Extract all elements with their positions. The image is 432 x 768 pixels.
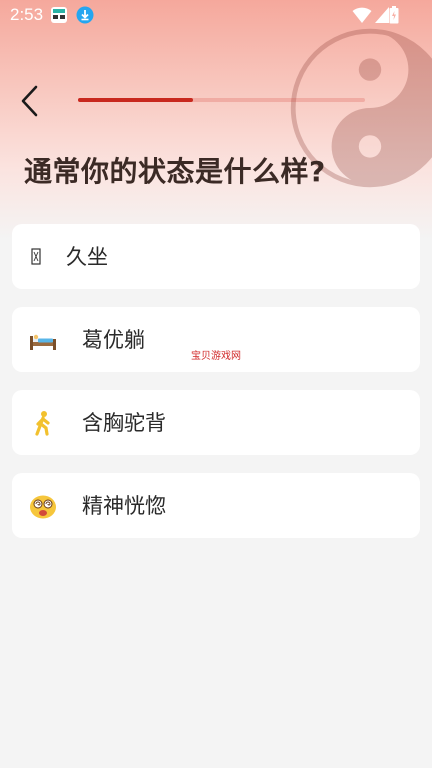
- status-time: 2:53: [10, 5, 44, 24]
- wifi-icon: [352, 7, 372, 24]
- option-label: 含胸驼背: [82, 411, 166, 435]
- chevron-left-icon: [21, 85, 38, 117]
- battery-icon: [389, 6, 399, 24]
- option-dazed[interactable]: 精神恍惚: [12, 473, 420, 538]
- app-notification-icon: [51, 7, 67, 23]
- watermark-text: 宝贝游戏网: [191, 351, 241, 362]
- option-lying[interactable]: 葛优躺: [12, 307, 420, 372]
- status-bar: 2:53: [0, 0, 432, 30]
- signal-icon: [375, 7, 389, 23]
- download-icon: [76, 6, 94, 24]
- header-background: [0, 0, 432, 240]
- back-button[interactable]: [14, 84, 46, 118]
- option-sedentary[interactable]: 久坐: [12, 224, 420, 289]
- progress-bar: [78, 98, 365, 102]
- progress-fill: [78, 98, 193, 102]
- option-label: 精神恍惚: [82, 494, 166, 518]
- option-label: 久坐: [66, 245, 108, 269]
- dizzy-face-icon: [30, 495, 56, 519]
- bed-icon: [30, 334, 56, 350]
- option-label: 葛优躺: [82, 328, 145, 352]
- question-title: 通常你的状态是什么样?: [24, 155, 326, 188]
- option-hunchback[interactable]: 含胸驼背: [12, 390, 420, 455]
- missing-glyph-icon: [31, 248, 41, 265]
- walking-person-icon: [35, 411, 50, 436]
